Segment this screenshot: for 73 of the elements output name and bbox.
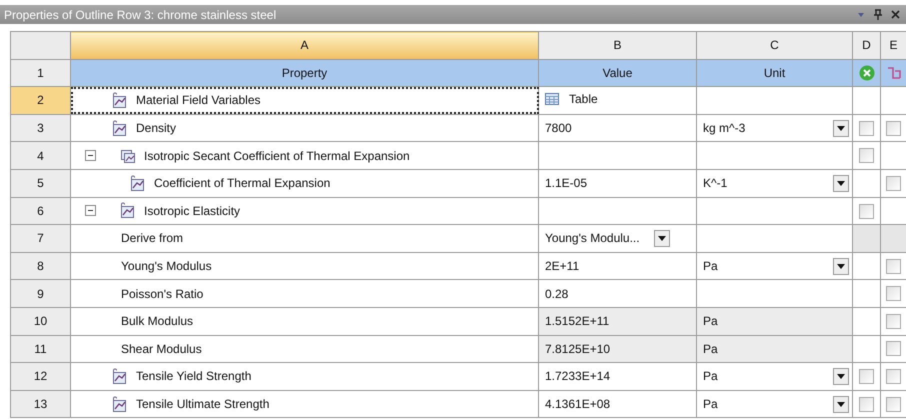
chart-icon bbox=[111, 92, 127, 109]
property-name: Bulk Modulus bbox=[121, 314, 194, 328]
value-text[interactable]: 7800 bbox=[545, 121, 572, 136]
checkbox[interactable] bbox=[859, 396, 874, 412]
collapse-icon[interactable] bbox=[85, 150, 96, 162]
row-number[interactable]: 11 bbox=[10, 335, 70, 363]
value-text[interactable]: 2E+11 bbox=[545, 259, 580, 274]
checkbox[interactable] bbox=[886, 286, 901, 302]
unit-text[interactable]: Pa bbox=[703, 369, 718, 384]
checkbox[interactable] bbox=[886, 341, 901, 356]
row-number[interactable]: 3 bbox=[10, 114, 70, 142]
checkbox[interactable] bbox=[859, 369, 874, 384]
value-text[interactable]: 0.28 bbox=[545, 286, 568, 301]
unit-text[interactable]: kg m^-3 bbox=[703, 121, 746, 136]
pin-icon[interactable] bbox=[873, 9, 883, 20]
property-name: Derive from bbox=[121, 231, 184, 246]
property-name: Tensile Yield Strength bbox=[136, 369, 252, 384]
property-name: Density bbox=[136, 121, 176, 136]
checkbox[interactable] bbox=[886, 258, 901, 274]
column-header[interactable]: A bbox=[70, 32, 538, 60]
row-number[interactable]: 12 bbox=[10, 362, 70, 390]
row-number[interactable]: 8 bbox=[10, 252, 70, 280]
chart-icon bbox=[111, 396, 127, 413]
stacked-chart-icon bbox=[119, 147, 135, 164]
value-text[interactable]: Table bbox=[569, 92, 598, 106]
column-header[interactable]: C bbox=[696, 32, 852, 60]
property-name: Poisson's Ratio bbox=[121, 286, 204, 301]
chart-icon bbox=[111, 120, 127, 137]
row-number[interactable]: 7 bbox=[10, 224, 70, 252]
property-name: Isotropic Elasticity bbox=[144, 204, 240, 218]
checkbox[interactable] bbox=[886, 396, 901, 412]
row-number[interactable]: 2 bbox=[10, 86, 70, 114]
unit-text[interactable]: Pa bbox=[703, 314, 718, 328]
checkbox[interactable] bbox=[886, 176, 901, 191]
checkbox[interactable] bbox=[886, 314, 901, 329]
checkbox[interactable] bbox=[859, 204, 874, 219]
collapse-icon[interactable] bbox=[85, 205, 96, 216]
unit-text[interactable]: Pa bbox=[703, 397, 718, 412]
checkbox[interactable] bbox=[859, 148, 874, 164]
row-number[interactable]: 9 bbox=[10, 280, 70, 308]
cross-circle-icon bbox=[858, 64, 874, 81]
property-name: Coefficient of Thermal Expansion bbox=[154, 176, 330, 190]
column-header[interactable]: B bbox=[538, 32, 696, 60]
row-number[interactable]: 6 bbox=[10, 197, 70, 225]
table-icon bbox=[545, 93, 559, 106]
property-header: Property bbox=[70, 59, 538, 87]
value-header: Value bbox=[538, 59, 696, 87]
column-header[interactable]: E bbox=[880, 32, 906, 60]
property-name: Tensile Ultimate Strength bbox=[136, 397, 270, 412]
unit-text[interactable]: Pa bbox=[703, 259, 718, 274]
row-number[interactable]: 4 bbox=[10, 142, 70, 170]
property-name: Young's Modulus bbox=[121, 259, 212, 274]
column-header[interactable]: D bbox=[852, 32, 880, 60]
property-name: Isotropic Secant Coefficient of Thermal Expansion bbox=[144, 148, 410, 163]
chart-icon bbox=[119, 202, 135, 220]
property-name: Shear Modulus bbox=[121, 342, 202, 356]
unit-header: Unit bbox=[696, 59, 852, 87]
chart-icon bbox=[129, 174, 145, 192]
row-number: 1 bbox=[10, 59, 70, 87]
link-icon bbox=[886, 64, 902, 81]
checkbox[interactable] bbox=[886, 369, 901, 384]
unit-text[interactable]: K^-1 bbox=[703, 176, 728, 190]
chart-icon bbox=[111, 368, 127, 385]
close-icon[interactable] bbox=[891, 10, 900, 19]
value-text[interactable]: 1.1E-05 bbox=[545, 176, 588, 190]
checkbox[interactable] bbox=[886, 120, 901, 136]
unit-text[interactable]: Pa bbox=[703, 342, 718, 356]
row-number[interactable]: 13 bbox=[10, 390, 70, 418]
row-number[interactable]: 10 bbox=[10, 307, 70, 336]
checkbox[interactable] bbox=[859, 120, 874, 136]
property-name: Material Field Variables bbox=[136, 93, 260, 108]
row-number[interactable]: 5 bbox=[10, 169, 70, 198]
panel-title: Properties of Outline Row 3: chrome stainless steel bbox=[4, 8, 276, 22]
